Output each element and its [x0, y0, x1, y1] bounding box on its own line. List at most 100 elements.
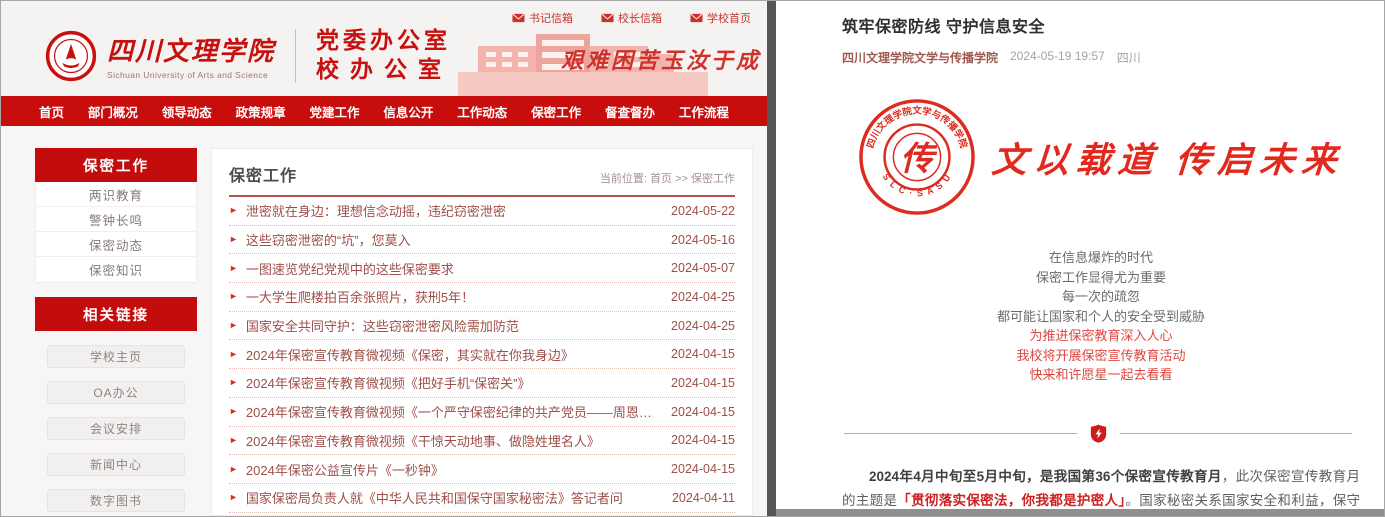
article-list-card: 保密工作 当前位置: 首页 >> 保密工作 ► 泄密就在身边：理想信念动摇，违纪…	[211, 148, 753, 516]
article-row[interactable]: ► 2024年保密宣传教育微视频《干惊天动地事、做隐姓埋名人》 2024-04-…	[229, 427, 735, 456]
nav-item[interactable]: 部门概况	[88, 102, 138, 121]
header-calligraphy: 艰难困苦玉汝于成	[561, 43, 761, 75]
verse-line-red: 为推进保密教育深入人心	[842, 326, 1360, 346]
site-header: 书记信箱 校长信箱 学校首页	[1, 1, 767, 96]
breadcrumb: 当前位置: 首页 >> 保密工作	[600, 170, 735, 186]
article-row[interactable]: ► 这些窃密泄密的“坑”，您莫入 2024-05-16	[229, 226, 735, 255]
article-row[interactable]: ► 2024年保密宣传教育微视频《把好手机“保密关”》 2024-04-15	[229, 369, 735, 398]
right-article-panel: 筑牢保密防线 守护信息安全 四川文理学院文学与传播学院 2024-05-19 1…	[776, 1, 1384, 516]
article-date: 2024-04-15	[671, 405, 735, 419]
bullet-icon: ►	[229, 378, 238, 387]
screenshot-root: 书记信箱 校长信箱 学校首页	[0, 0, 1385, 517]
bullet-icon: ►	[229, 493, 238, 502]
article-row[interactable]: ► 2024年保密宣传教育微视频《保密，其实就在你我身边》 2024-04-15	[229, 340, 735, 369]
article-date: 2024-04-15	[671, 462, 735, 476]
paragraph-bold-lead: 2024年4月中旬至5月中旬，是我国第36个保密宣传教育月	[869, 469, 1222, 484]
article-title-link[interactable]: 2024年保密宣传教育微视频《保密，其实就在你我身边》	[246, 345, 659, 364]
bullet-icon: ►	[229, 350, 238, 359]
bullet-icon: ►	[229, 264, 238, 273]
verse-line: 保密工作显得尤为重要	[842, 268, 1360, 288]
verse-line: 都可能让国家和个人的安全受到威胁	[842, 307, 1360, 327]
article-title-link[interactable]: 国家安全共同守护：这些窃密泄密风险需加防范	[246, 316, 659, 335]
nav-item[interactable]: 党建工作	[310, 102, 360, 121]
section-divider	[844, 424, 1352, 443]
article-datetime: 2024-05-19 19:57	[1010, 49, 1105, 66]
college-branding: 四川文理学院文学与传播学院 S L C · S A S U 传 文以载道 传启未…	[842, 98, 1360, 216]
main-navigation: 首页 部门概况 领导动态 政策规章 党建工作 信息公开 工作动态 保密工作 督查…	[1, 96, 767, 126]
header-banner-art: 艰难困苦玉汝于成	[452, 1, 767, 96]
sidebar-links-title: 相关链接	[35, 297, 197, 331]
article-source-link[interactable]: 四川文理学院文学与传播学院	[842, 49, 998, 66]
verse-line: 在信息爆炸的时代	[842, 248, 1360, 268]
nav-item[interactable]: 信息公开	[383, 102, 433, 121]
article-row[interactable]: ► 国家保密局负责人就《中华人民共和国保守国家秘密法》答记者问 2024-04-…	[229, 484, 735, 513]
sidebar-menu-item[interactable]: 保密知识	[36, 257, 196, 282]
shield-bolt-icon	[1090, 424, 1107, 443]
header-divider	[295, 29, 296, 83]
verse-line-red: 快来和许愿星一起去看看	[842, 365, 1360, 385]
nav-item[interactable]: 政策规章	[236, 102, 286, 121]
nav-item[interactable]: 督查督办	[605, 102, 655, 121]
related-link-button[interactable]: 会议安排	[47, 417, 185, 440]
window-split-divider[interactable]	[767, 1, 776, 516]
university-logo[interactable]: 四川文理学院 Sichuan University of Arts and Sc…	[45, 30, 275, 82]
article-row[interactable]: ► 国家安全共同守护：这些窃密泄密风险需加防范 2024-04-25	[229, 312, 735, 341]
svg-text:传: 传	[900, 141, 938, 178]
article-date: 2024-04-25	[671, 319, 735, 333]
nav-item[interactable]: 领导动态	[162, 102, 212, 121]
article-row[interactable]: ► 泄密就在身边：理想信念动摇，违纪窃密泄密 2024-05-22	[229, 197, 735, 226]
article-row[interactable]: ► 一大学生爬楼拍百余张照片，获刑5年！ 2024-04-25	[229, 283, 735, 312]
related-link-button[interactable]: 新闻中心	[47, 453, 185, 476]
nav-item[interactable]: 工作动态	[457, 102, 507, 121]
article-date: 2024-05-22	[671, 204, 735, 218]
article-title-link[interactable]: 泄密就在身边：理想信念动摇，违纪窃密泄密	[246, 201, 659, 220]
verse-red-lines: 为推进保密教育深入人心我校将开展保密宣传教育活动快来和许愿星一起去看看	[842, 326, 1360, 385]
sidebar-menu-item[interactable]: 两识教育	[36, 182, 196, 207]
sidebar-menu-item[interactable]: 警钟长鸣	[36, 207, 196, 232]
university-name-en: Sichuan University of Arts and Science	[107, 70, 275, 80]
left-browser-panel: 书记信箱 校长信箱 学校首页	[1, 1, 767, 516]
article-title-link[interactable]: 2024年保密宣传教育微视频《把好手机“保密关”》	[246, 373, 659, 392]
article-title-link[interactable]: 国家保密局负责人就《中华人民共和国保守国家秘密法》答记者问	[246, 488, 660, 507]
article-title-link[interactable]: 2024年保密宣传教育微视频《干惊天动地事、做隐姓埋名人》	[246, 431, 659, 450]
related-links: 学校主页 OA办公 会议安排 新闻中心 数字图书	[35, 345, 197, 516]
nav-item[interactable]: 首页	[39, 102, 64, 121]
nav-item[interactable]: 工作流程	[679, 102, 729, 121]
nav-item[interactable]: 保密工作	[531, 102, 581, 121]
article-date: 2024-04-15	[671, 376, 735, 390]
article-row[interactable]: ► 一图速览党纪党规中的这些保密要求 2024-05-07	[229, 254, 735, 283]
article-title-link[interactable]: 这些窃密泄密的“坑”，您莫入	[246, 230, 659, 249]
horizontal-scrollbar[interactable]	[776, 509, 1384, 516]
article-verse: 在信息爆炸的时代保密工作显得尤为重要每一次的疏忽都可能让国家和个人的安全受到威胁…	[842, 248, 1360, 385]
verse-line: 每一次的疏忽	[842, 287, 1360, 307]
article-row[interactable]: ► 2024年保密宣传教育微视频《一个严守保密纪律的共产党员——周恩来》 202…	[229, 398, 735, 427]
article-location: 四川	[1117, 49, 1141, 66]
article-date: 2024-05-07	[671, 261, 735, 275]
paragraph-theme-highlight: 「贯彻落实保密法，你我都是护密人」	[897, 493, 1125, 508]
office-line2: 校办公室	[316, 55, 452, 84]
office-line1: 党委办公室	[316, 26, 452, 55]
related-link-button[interactable]: 学校主页	[47, 345, 185, 368]
article-title-link[interactable]: 2024年保密公益宣传片《一秒钟》	[246, 460, 659, 479]
article-title-link[interactable]: 一大学生爬楼拍百余张照片，获刑5年！	[246, 287, 659, 306]
article-date: 2024-04-15	[671, 433, 735, 447]
related-link-button[interactable]: 数字图书	[47, 489, 185, 512]
bullet-icon: ►	[229, 407, 238, 416]
article-meta: 四川文理学院文学与传播学院 2024-05-19 19:57 四川	[842, 49, 1360, 66]
article-page-title: 筑牢保密防线 守护信息安全	[842, 13, 1360, 37]
article-date: 2024-04-11	[672, 491, 735, 505]
sidebar-menu-title: 保密工作	[35, 148, 197, 182]
article-title-link[interactable]: 2024年保密宣传教育微视频《一个严守保密纪律的共产党员——周恩来》	[246, 402, 659, 421]
bullet-icon: ►	[229, 436, 238, 445]
college-motto-calligraphy: 文以载道 传启未来	[990, 132, 1345, 183]
bullet-icon: ►	[229, 292, 238, 301]
related-link-button[interactable]: OA办公	[47, 381, 185, 404]
list-header: 保密工作 当前位置: 首页 >> 保密工作	[229, 162, 735, 197]
sidebar-menu-item[interactable]: 保密动态	[36, 232, 196, 257]
article-date: 2024-04-15	[671, 347, 735, 361]
bullet-icon: ►	[229, 465, 238, 474]
article-row[interactable]: ► 2024年保密公益宣传片《一秒钟》 2024-04-15	[229, 455, 735, 484]
article-title-link[interactable]: 一图速览党纪党规中的这些保密要求	[246, 259, 659, 278]
bullet-icon: ►	[229, 206, 238, 215]
article-date: 2024-05-16	[671, 233, 735, 247]
